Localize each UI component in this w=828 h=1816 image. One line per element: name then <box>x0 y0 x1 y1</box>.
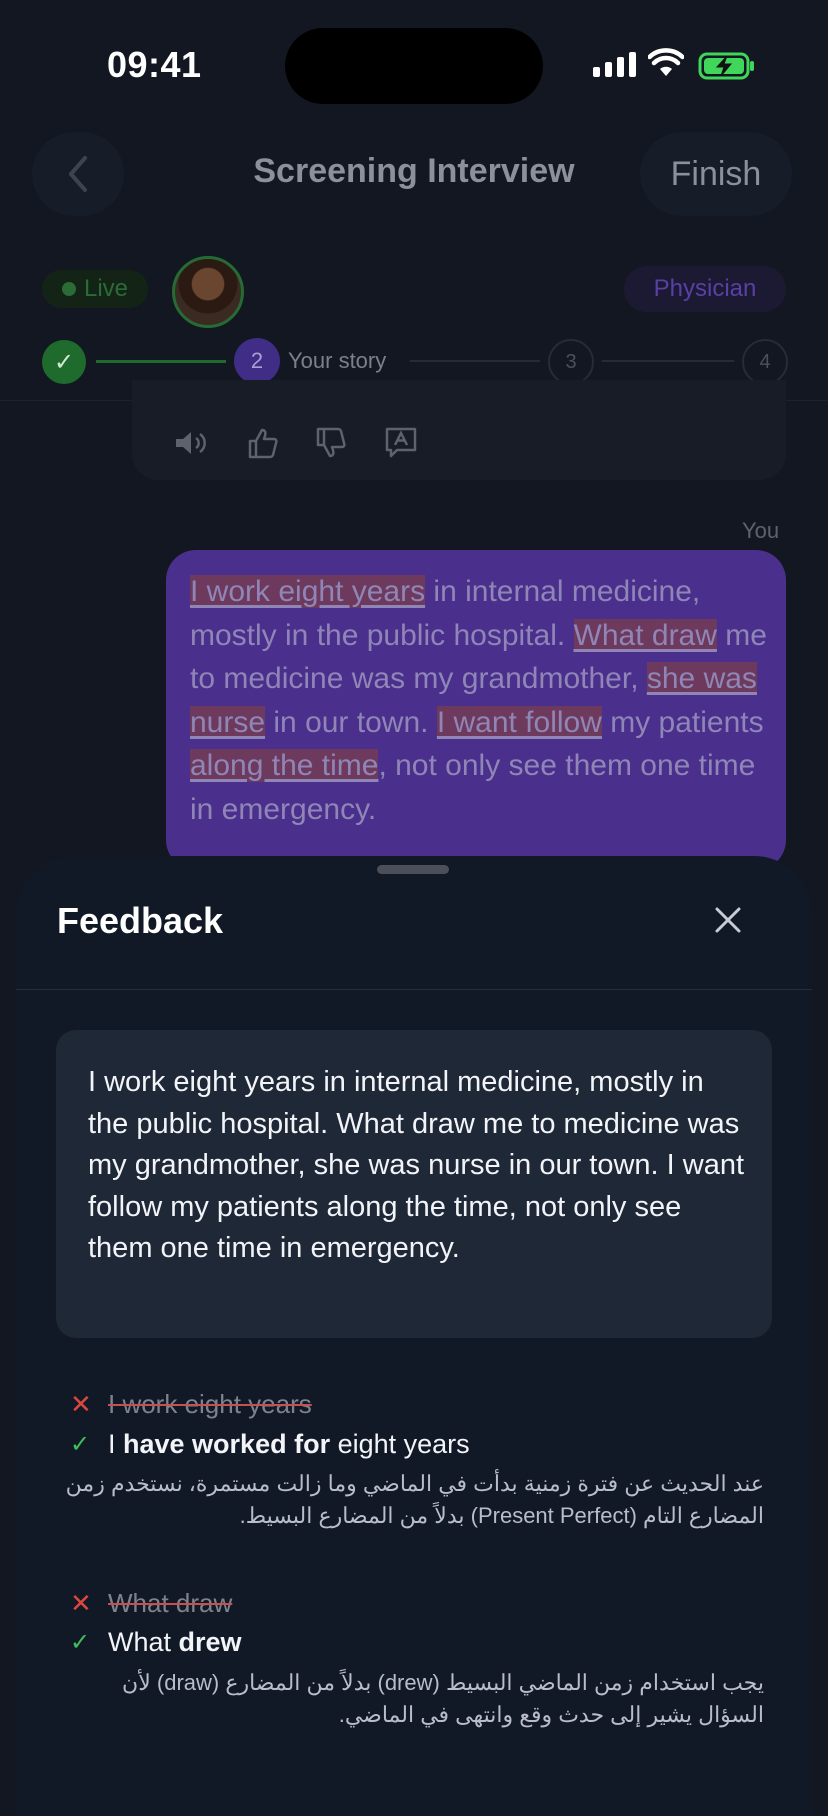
thumbs-down-icon[interactable] <box>312 424 350 462</box>
sheet-divider <box>16 989 812 990</box>
message-segment: in our town. <box>265 705 437 739</box>
sender-label: You <box>742 518 780 543</box>
message-segment-error[interactable]: What draw <box>573 618 717 652</box>
assistant-message-card <box>132 380 786 480</box>
correction-explanation: عند الحديث عن فترة زمنية بدأت في الماضي … <box>65 1471 764 1528</box>
message-segment-error[interactable]: along the time <box>190 749 379 782</box>
user-message-bubble[interactable]: I work eight years in internal medicine,… <box>166 550 786 870</box>
step-connector <box>410 360 540 362</box>
interviewer-avatar[interactable] <box>172 256 244 328</box>
message-segment-error[interactable]: I want follow <box>436 705 602 739</box>
live-dot-icon <box>61 282 76 296</box>
original-answer-card: I work eight years in internal medicine,… <box>56 1030 772 1338</box>
step-2-label: Your story <box>288 348 387 373</box>
correction-explanation: يجب استخدام زمن الماضي البسيط (drew) بدل… <box>122 1670 764 1727</box>
correction-wrong-row: ✕ I work eight years <box>70 1389 312 1420</box>
finish-button[interactable]: Finish <box>640 132 792 216</box>
step-3: 3 <box>548 339 594 385</box>
sheet-grabber[interactable] <box>377 865 449 874</box>
correction-right-row: ✓ What drew <box>70 1627 242 1658</box>
step-2-current: 2 <box>234 338 280 384</box>
live-badge: Live <box>42 270 148 308</box>
wrong-phrase: What draw <box>108 1588 233 1618</box>
translate-icon[interactable] <box>382 424 420 462</box>
message-segment: my patients <box>601 705 764 739</box>
close-icon <box>715 907 741 933</box>
dynamic-island <box>285 28 543 104</box>
cross-icon: ✕ <box>70 1588 92 1618</box>
check-icon: ✓ <box>70 1629 91 1656</box>
step-connector-done <box>96 360 226 363</box>
user-message-text: I work eight years in internal medicine,… <box>190 570 770 831</box>
signal-icon <box>593 52 636 77</box>
step-4: 4 <box>742 339 788 385</box>
step-connector <box>602 360 734 362</box>
thumbs-up-icon[interactable] <box>244 424 282 462</box>
wifi-icon <box>647 48 685 83</box>
check-icon: ✓ <box>70 1431 91 1458</box>
correction-right-row: ✓ I have worked for eight years <box>70 1429 470 1460</box>
battery-charging-icon <box>698 52 756 85</box>
message-segment-error[interactable]: I work eight years <box>190 575 426 608</box>
role-badge: Physician <box>624 266 786 312</box>
close-button[interactable] <box>706 898 750 942</box>
live-label: Live <box>83 275 129 302</box>
correction-wrong-row: ✕ What draw <box>70 1588 232 1619</box>
status-time: 09:41 <box>107 44 202 85</box>
step-1-complete: ✓ <box>42 340 86 384</box>
original-answer-text: I work eight years in internal medicine,… <box>88 1066 745 1264</box>
corrected-phrase: What drew <box>108 1627 242 1657</box>
corrected-phrase: I have worked for eight years <box>108 1429 470 1459</box>
wrong-phrase: I work eight years <box>108 1389 312 1419</box>
cross-icon: ✕ <box>70 1389 92 1419</box>
sheet-title: Feedback <box>57 900 224 941</box>
speaker-icon[interactable] <box>172 424 210 462</box>
